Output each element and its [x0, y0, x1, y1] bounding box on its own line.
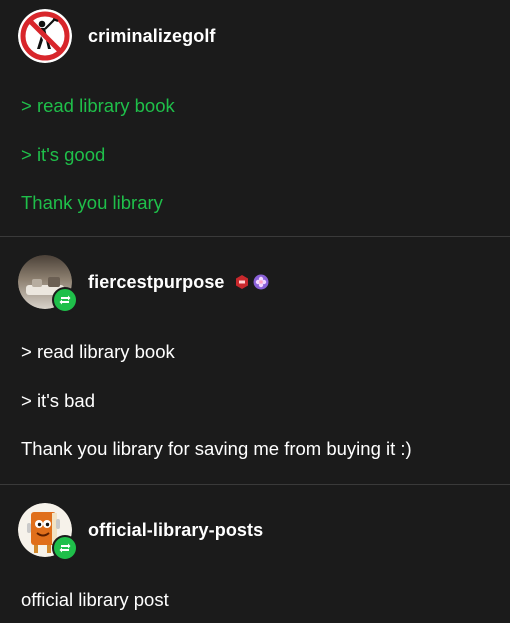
post-divider [0, 236, 510, 237]
reblog-icon [52, 287, 78, 313]
no-golf-icon [18, 9, 72, 63]
avatar[interactable] [18, 503, 78, 561]
username[interactable]: official-library-posts [88, 520, 263, 541]
avatar[interactable] [18, 9, 72, 63]
avatar[interactable] [18, 255, 78, 313]
username[interactable]: fiercestpurpose [88, 272, 225, 293]
post-text-line: Thank you library for saving me from buy… [21, 438, 412, 459]
post-text-line: Thank you library [21, 192, 163, 213]
post-text-line: > it's bad [21, 390, 95, 411]
user-badges [231, 274, 269, 290]
post-header: fiercestpurpose [18, 254, 269, 313]
post-text-line: > it's good [21, 144, 106, 165]
post-text-line: > read library book [21, 95, 175, 116]
post-divider [0, 484, 510, 485]
post-header: criminalizegolf [18, 8, 216, 64]
post-text-line: > read library book [21, 341, 175, 362]
post-header: official-library-posts [18, 502, 263, 561]
username[interactable]: criminalizegolf [88, 26, 216, 47]
purple-flower-badge-icon[interactable] [253, 274, 269, 290]
reblog-icon [52, 535, 78, 561]
hexagon-badge-icon[interactable] [234, 274, 250, 290]
post-text-line: official library post [21, 589, 169, 610]
